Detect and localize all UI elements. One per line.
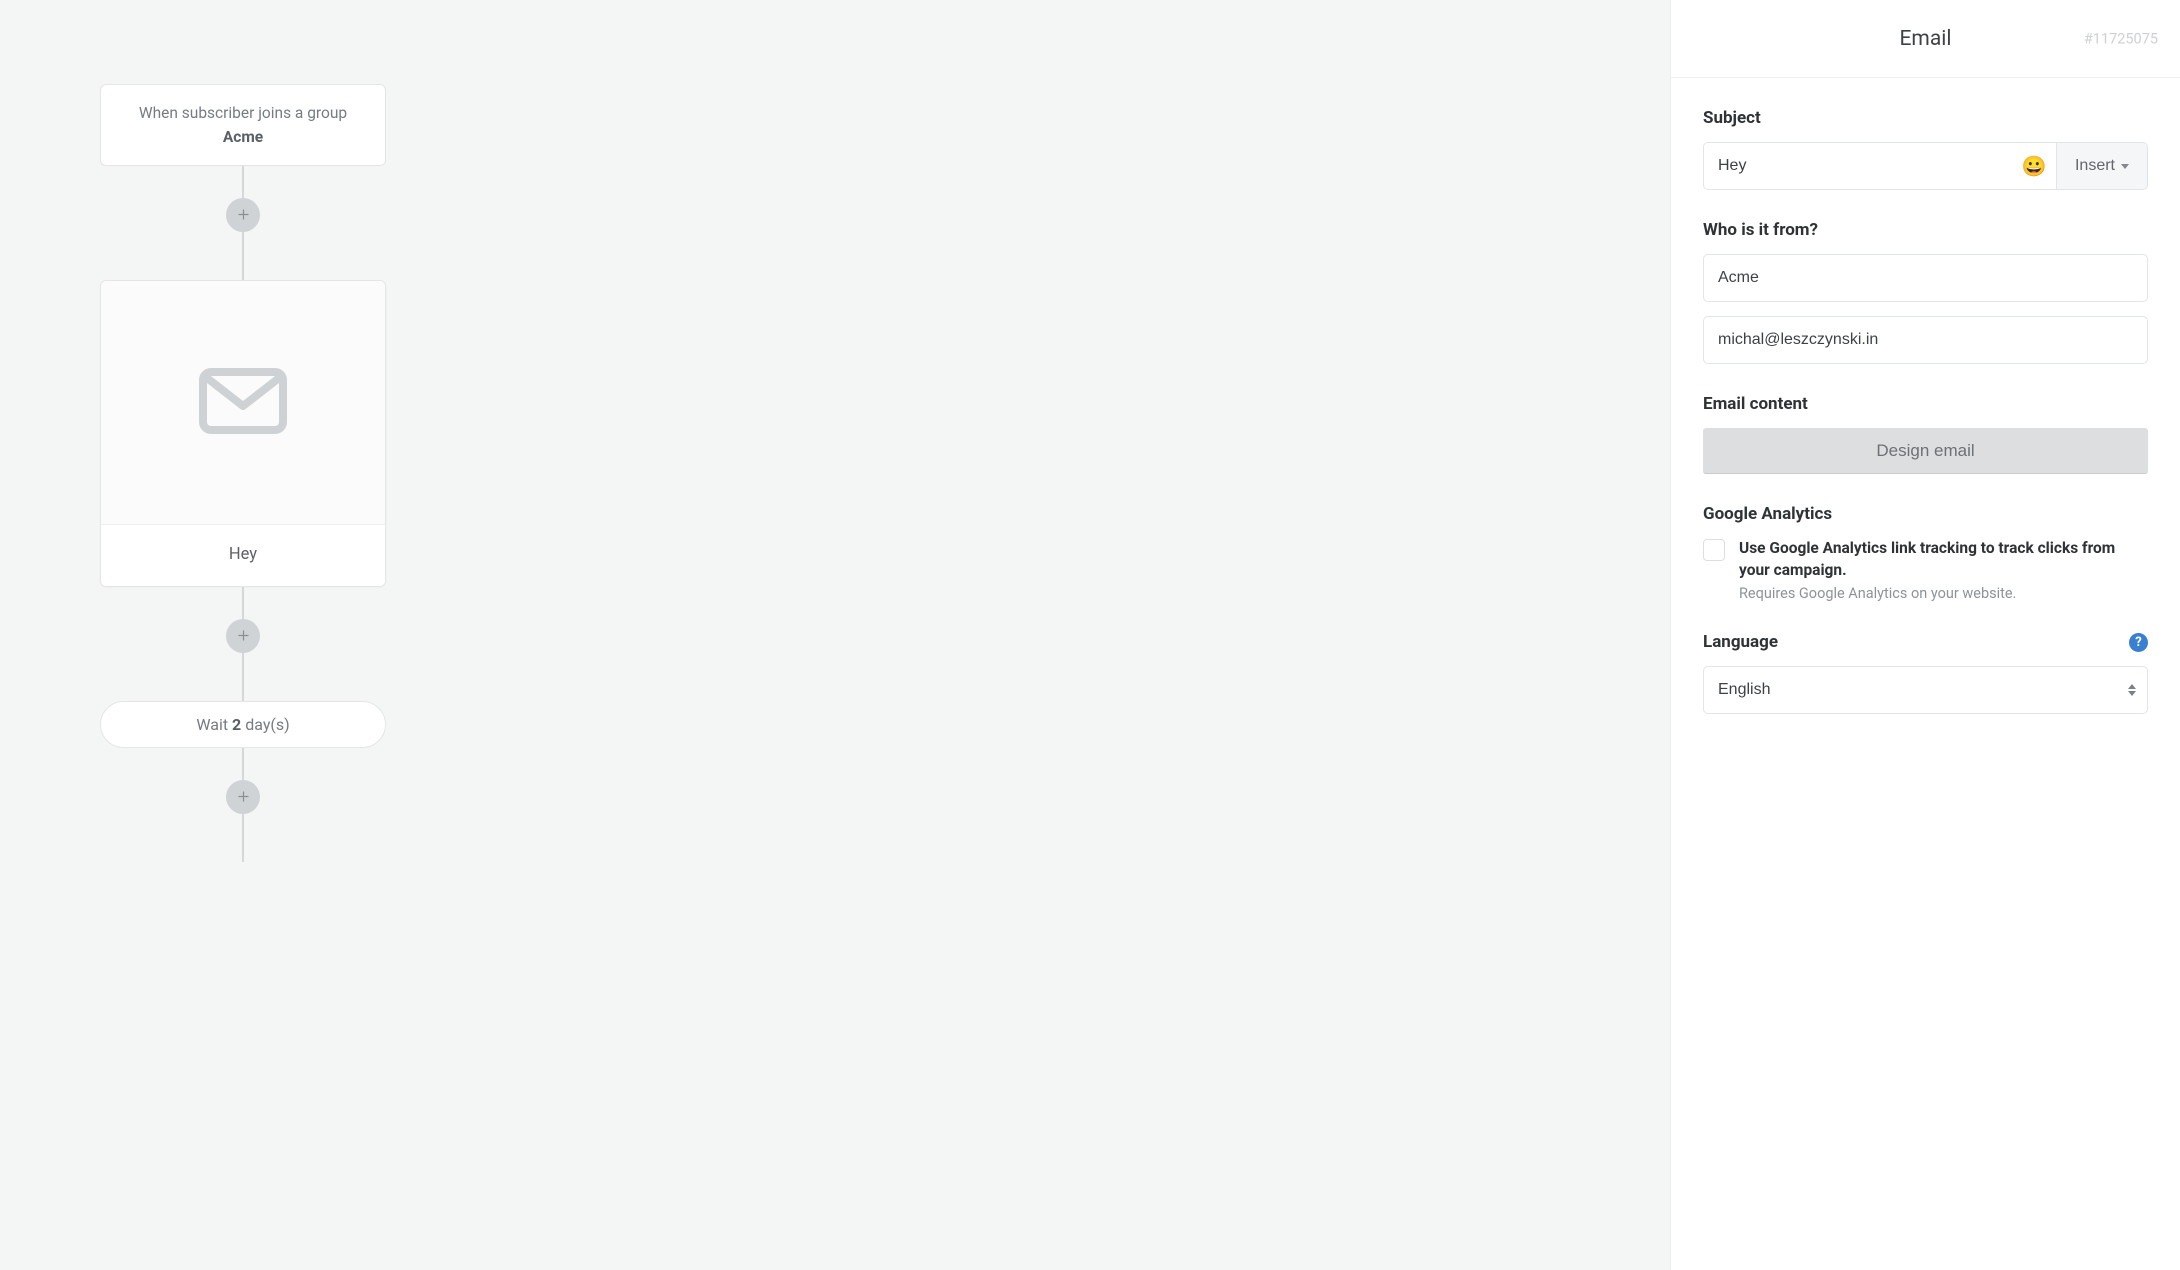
flow-connector [242,748,244,780]
design-email-button[interactable]: Design email [1703,428,2148,474]
ga-checkbox[interactable] [1703,539,1725,561]
from-name-input[interactable] [1703,254,2148,302]
from-label: Who is it from? [1703,220,2148,240]
content-label: Email content [1703,394,2148,414]
trigger-card[interactable]: When subscriber joins a group Acme [100,84,386,166]
ga-label: Google Analytics [1703,504,2148,524]
add-step-button[interactable] [226,780,260,814]
add-step-button[interactable] [226,198,260,232]
subject-input[interactable] [1704,143,2012,189]
plus-icon [236,785,251,809]
from-email-input[interactable] [1703,316,2148,364]
mail-icon [199,366,287,440]
trigger-group: Acme [121,125,365,149]
sidebar-title: Email [1900,27,1952,51]
ga-checkbox-label: Use Google Analytics link tracking to tr… [1739,538,2148,581]
chevron-down-icon [2121,164,2129,169]
email-step-card[interactable]: Hey [100,280,386,587]
subject-label: Subject [1703,108,2148,128]
flow-connector [242,814,244,862]
insert-variable-button[interactable]: Insert [2056,143,2147,189]
email-preview [101,281,385,524]
emoji-picker-button[interactable]: 😀 [2012,143,2056,189]
emoji-icon: 😀 [2022,154,2047,179]
plus-icon [236,624,251,648]
language-select[interactable] [1703,666,2148,714]
email-settings-sidebar: Email #11725075 Subject 😀 Insert [1670,0,2180,1270]
language-label: Language [1703,632,1778,652]
plus-icon [236,203,251,227]
flow-connector [242,653,244,701]
delay-step[interactable]: Wait 2 day(s) [100,701,386,748]
delay-suffix: day(s) [241,715,289,734]
insert-label: Insert [2075,157,2115,175]
email-card-title: Hey [101,524,385,586]
flow-connector [242,587,244,619]
workflow-canvas[interactable]: When subscriber joins a group Acme [0,0,1670,1270]
ga-checkbox-sublabel: Requires Google Analytics on your websit… [1739,585,2148,602]
delay-number: 2 [232,715,241,734]
add-step-button[interactable] [226,619,260,653]
flow-connector [242,232,244,280]
trigger-text: When subscriber joins a group [121,101,365,125]
flow-connector [242,166,244,198]
email-id: #11725075 [2084,30,2158,47]
help-icon[interactable]: ? [2129,633,2148,652]
delay-prefix: Wait [196,715,232,734]
